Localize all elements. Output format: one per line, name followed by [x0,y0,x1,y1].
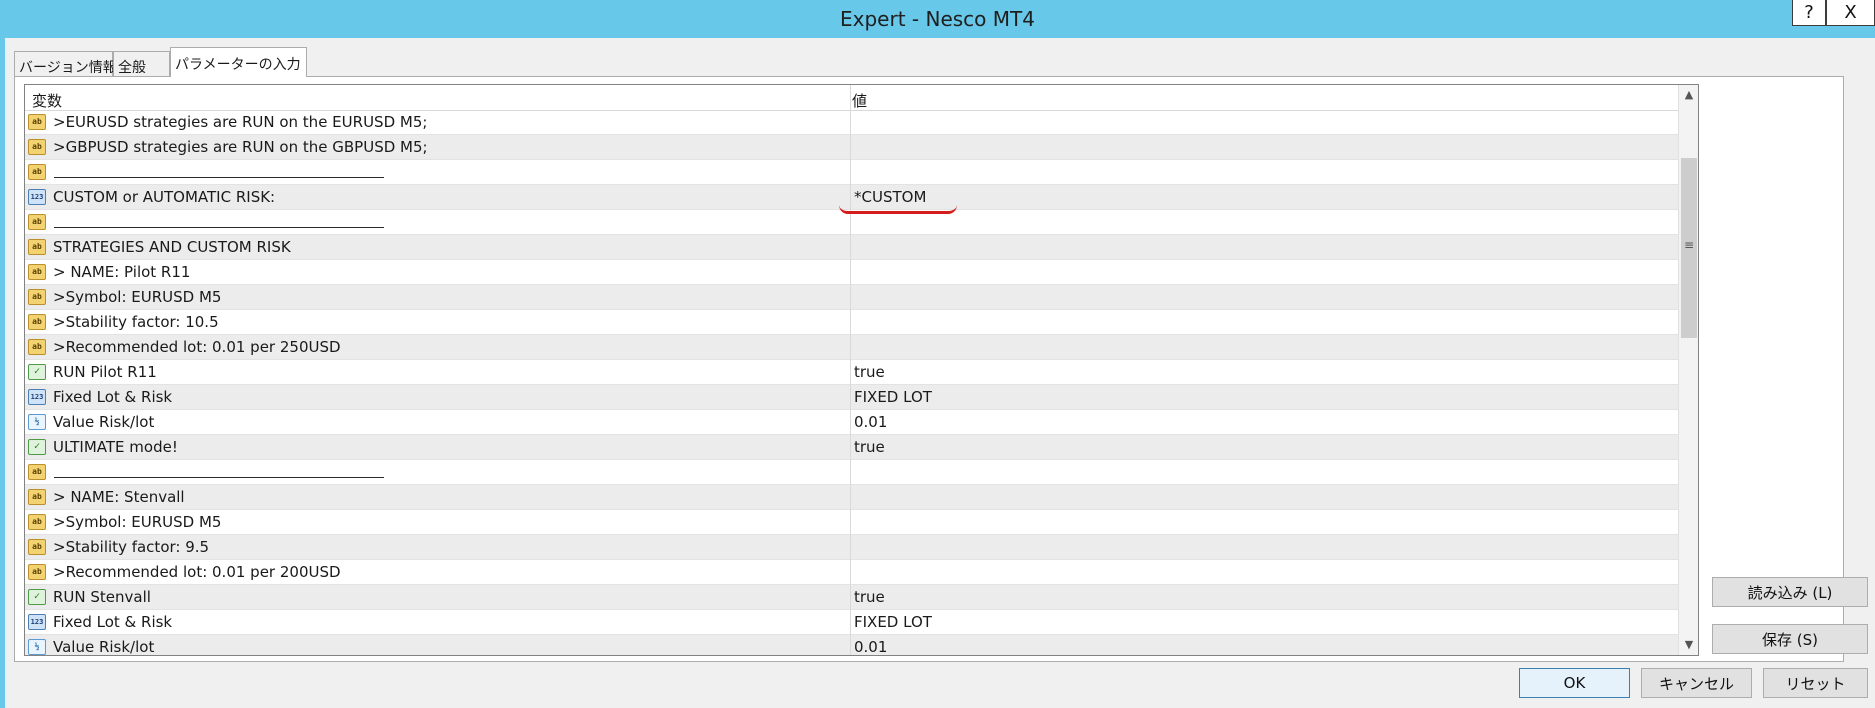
string-type-icon: ab [28,514,46,530]
parameter-row[interactable]: ab >Recommended lot: 0.01 per 200USD [25,560,1678,585]
parameter-name: >Stability factor: 10.5 [53,313,219,331]
column-separator[interactable] [850,85,851,655]
parameter-row[interactable]: ✓ ULTIMATE mode! true [25,435,1678,460]
ok-button[interactable]: OK [1519,668,1630,698]
string-type-icon: ab [28,339,46,355]
string-type-icon: ab [28,464,46,480]
parameter-row[interactable]: 123 Fixed Lot & Risk FIXED LOT [25,385,1678,410]
string-type-icon: ab [28,239,46,255]
parameter-value[interactable]: true [854,363,885,381]
enum-type-icon: 123 [28,189,46,205]
parameter-name: STRATEGIES AND CUSTOM RISK [53,238,291,256]
parameter-name: RUN Pilot R11 [53,363,157,381]
string-type-icon: ab [28,139,46,155]
parameter-name: >EURUSD strategies are RUN on the EURUSD… [53,113,428,131]
string-type-icon: ab [28,489,46,505]
bool-type-icon: ✓ [28,439,46,455]
scroll-up-icon[interactable]: ▲ [1679,85,1698,105]
parameter-row[interactable]: ab >Symbol: EURUSD M5 [25,285,1678,310]
red-underline-annotation [839,205,957,214]
parameter-row[interactable]: ab >Symbol: EURUSD M5 [25,510,1678,535]
bool-type-icon: ✓ [28,364,46,380]
parameter-value[interactable]: FIXED LOT [854,613,932,631]
parameter-row[interactable]: ✓ RUN Stenvall true [25,585,1678,610]
parameter-row[interactable]: ½ Value Risk/lot 0.01 [25,635,1678,656]
bool-type-icon: ✓ [28,589,46,605]
parameter-name: Value Risk/lot [53,638,155,656]
parameter-value[interactable]: 0.01 [854,413,887,431]
parameter-name: RUN Stenvall [53,588,151,606]
string-type-icon: ab [28,564,46,580]
parameter-value[interactable]: FIXED LOT [854,388,932,406]
parameter-row[interactable]: ab STRATEGIES AND CUSTOM RISK [25,235,1678,260]
parameter-name: > NAME: Stenvall [53,488,185,506]
double-type-icon: ½ [28,639,46,655]
separator-line [54,177,384,178]
save-button[interactable]: 保存 (S) [1712,624,1868,654]
parameter-row[interactable]: ab >GBPUSD strategies are RUN on the GBPU… [25,135,1678,160]
window-border [0,38,5,708]
parameter-row[interactable]: ab > NAME: Pilot R11 [25,260,1678,285]
header-variable[interactable]: 変数 [32,90,62,111]
grip-icon: ≡ [1683,238,1695,252]
parameter-row[interactable]: ½ Value Risk/lot 0.01 [25,410,1678,435]
scroll-thumb[interactable]: ≡ [1681,158,1697,338]
string-type-icon: ab [28,289,46,305]
parameter-name: >Stability factor: 9.5 [53,538,210,556]
separator-line [54,227,384,228]
parameter-name: >Recommended lot: 0.01 per 200USD [53,563,341,581]
tab-input-parameters[interactable]: パラメーターの入力 [170,47,307,77]
load-button[interactable]: 読み込み (L) [1712,577,1868,607]
string-type-icon: ab [28,114,46,130]
grid-rows: ab >EURUSD strategies are RUN on the EURU… [25,110,1678,656]
parameter-row[interactable]: ab [25,460,1678,485]
enum-type-icon: 123 [28,389,46,405]
close-button[interactable]: X [1826,0,1875,26]
string-type-icon: ab [28,214,46,230]
parameter-name: >Symbol: EURUSD M5 [53,513,222,531]
header-value[interactable]: 値 [852,90,867,111]
tab-general[interactable]: 全般 [113,51,170,76]
string-type-icon: ab [28,314,46,330]
parameter-name: Value Risk/lot [53,413,155,431]
parameter-row[interactable]: ab >Stability factor: 10.5 [25,310,1678,335]
parameters-grid: 変数 値 ab >EURUSD strategies are RUN on the… [24,84,1699,656]
grid-header: 変数 値 [25,85,1678,111]
help-icon: ? [1804,2,1814,23]
parameter-name: >GBPUSD strategies are RUN on the GBPUSD… [53,138,428,156]
parameter-row[interactable]: ab >Stability factor: 9.5 [25,535,1678,560]
parameter-value[interactable]: *CUSTOM [854,188,926,206]
help-button[interactable]: ? [1792,0,1826,26]
parameter-name: Fixed Lot & Risk [53,613,173,631]
parameter-name: > NAME: Pilot R11 [53,263,191,281]
tab-version-info[interactable]: バージョン情報 [14,51,117,76]
parameter-row[interactable]: ab > NAME: Stenvall [25,485,1678,510]
title-bar: Expert - Nesco MT4 ? X [0,0,1875,38]
parameter-row[interactable]: ✓ RUN Pilot R11 true [25,360,1678,385]
vertical-scrollbar[interactable]: ▲ ≡ ▼ [1678,85,1698,655]
string-type-icon: ab [28,264,46,280]
parameter-row[interactable]: 123 Fixed Lot & Risk FIXED LOT [25,610,1678,635]
close-icon: X [1844,2,1857,23]
separator-line [54,477,384,478]
parameter-name: CUSTOM or AUTOMATIC RISK: [53,188,276,206]
parameter-value[interactable]: true [854,438,885,456]
parameter-value[interactable]: 0.01 [854,638,887,655]
parameter-name: ULTIMATE mode! [53,438,178,456]
parameter-name: >Symbol: EURUSD M5 [53,288,222,306]
double-type-icon: ½ [28,414,46,430]
parameter-value[interactable]: true [854,588,885,606]
string-type-icon: ab [28,539,46,555]
parameter-name: Fixed Lot & Risk [53,388,173,406]
scroll-down-icon[interactable]: ▼ [1679,635,1698,655]
reset-button[interactable]: リセット [1763,668,1868,698]
parameter-name: >Recommended lot: 0.01 per 250USD [53,338,341,356]
parameter-row[interactable]: ab [25,160,1678,185]
cancel-button[interactable]: キャンセル [1641,668,1752,698]
parameter-row[interactable]: ab >EURUSD strategies are RUN on the EURU… [25,110,1678,135]
string-type-icon: ab [28,164,46,180]
window-title: Expert - Nesco MT4 [840,7,1035,31]
parameter-row[interactable]: ab >Recommended lot: 0.01 per 250USD [25,335,1678,360]
enum-type-icon: 123 [28,614,46,630]
